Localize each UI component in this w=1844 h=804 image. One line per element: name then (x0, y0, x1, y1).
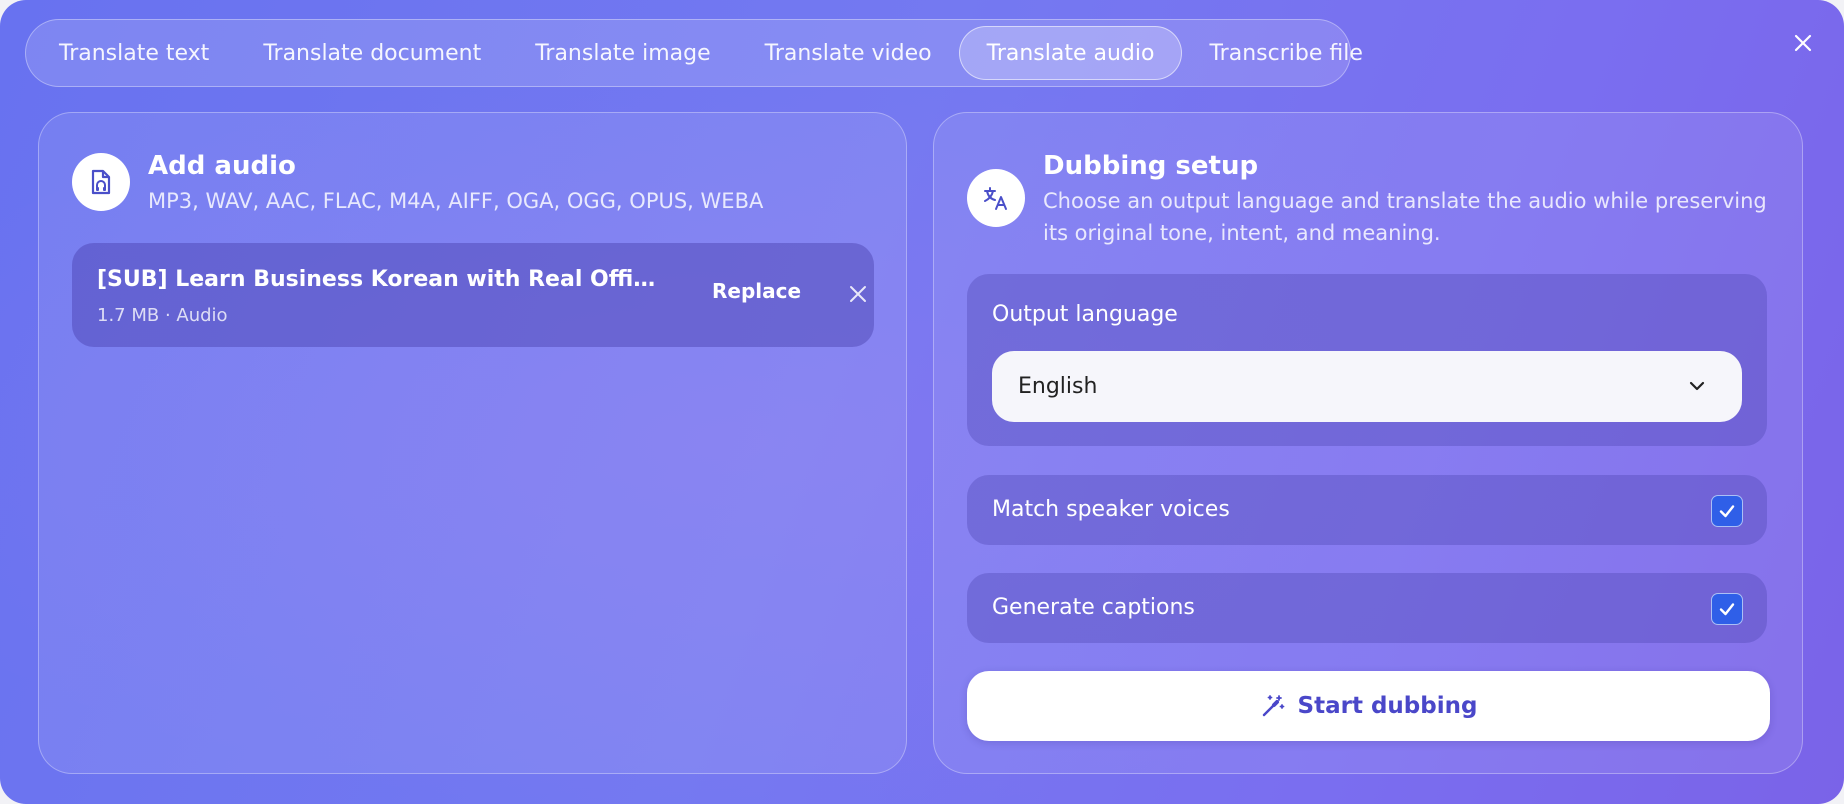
file-name: [SUB] Learn Business Korean with Real Of… (97, 267, 662, 292)
chevron-down-icon (1689, 381, 1705, 391)
tab-translate-audio[interactable]: Translate audio (958, 26, 1183, 80)
output-language-value: English (1018, 374, 1098, 399)
remove-file-button[interactable] (845, 281, 871, 307)
tab-translate-video[interactable]: Translate video (738, 26, 959, 80)
tab-bar: Translate text Translate document Transl… (25, 19, 1363, 87)
uploaded-file-row: [SUB] Learn Business Korean with Real Of… (72, 243, 874, 347)
add-audio-panel: Add audio MP3, WAV, AAC, FLAC, M4A, AIFF… (38, 112, 907, 774)
match-speaker-voices-checkbox[interactable] (1711, 495, 1743, 527)
audio-file-icon (72, 153, 130, 211)
generate-captions-label: Generate captions (992, 595, 1195, 620)
dubbing-setup-panel: Dubbing setup Choose an output language … (933, 112, 1803, 774)
magic-wand-icon (1262, 695, 1284, 717)
close-icon (850, 286, 866, 302)
checkmark-icon (1719, 603, 1735, 616)
file-meta: 1.7 MB · Audio (97, 305, 228, 326)
tab-translate-document[interactable]: Translate document (236, 26, 508, 80)
supported-formats: MP3, WAV, AAC, FLAC, M4A, AIFF, OGA, OGG… (148, 189, 764, 213)
tab-translate-image[interactable]: Translate image (508, 26, 737, 80)
translate-icon (967, 169, 1025, 227)
start-dubbing-button[interactable]: Start dubbing (967, 671, 1770, 741)
close-modal-button[interactable] (1786, 26, 1820, 60)
start-dubbing-label: Start dubbing (1297, 693, 1478, 719)
add-audio-title: Add audio (148, 151, 296, 181)
replace-button[interactable]: Replace (712, 279, 801, 303)
close-icon (1794, 34, 1812, 52)
output-language-card: Output language English (967, 274, 1767, 446)
tab-translate-text[interactable]: Translate text (32, 26, 236, 80)
dubbing-description: Choose an output language and translate … (1043, 189, 1767, 245)
match-speaker-voices-row[interactable]: Match speaker voices (967, 475, 1767, 545)
generate-captions-row[interactable]: Generate captions (967, 573, 1767, 643)
tab-transcribe-file[interactable]: Transcribe file (1182, 26, 1389, 80)
dubbing-setup-title: Dubbing setup (1043, 151, 1259, 181)
checkmark-icon (1719, 505, 1735, 518)
match-speaker-voices-label: Match speaker voices (992, 497, 1230, 522)
output-language-select[interactable]: English (992, 351, 1742, 422)
output-language-label: Output language (992, 302, 1178, 327)
translate-modal: Translate text Translate document Transl… (0, 0, 1844, 804)
generate-captions-checkbox[interactable] (1711, 593, 1743, 625)
